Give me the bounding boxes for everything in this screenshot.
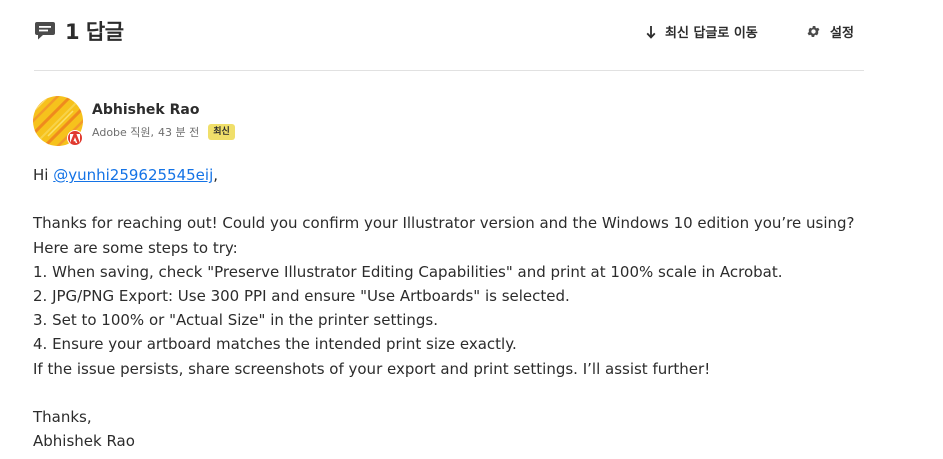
greeting-suffix: , [213,166,219,184]
adobe-logo-icon [67,130,83,146]
body-line: If the issue persists, share screenshots… [33,359,711,378]
jump-to-latest-label: 최신 답글로 이동 [665,26,758,41]
signature-line: Abhishek Rao [33,432,135,451]
header-divider [34,70,864,71]
signoff-line: Thanks, [33,407,92,426]
user-mention-link[interactable]: @yunhi259625545eij [53,166,213,184]
body-line: 3. Set to 100% or "Actual Size" in the p… [33,311,439,330]
author-meta: Adobe 직원, 43 분 전 최신 [92,124,235,140]
new-badge: 최신 [208,124,235,140]
arrow-down-icon [645,24,657,40]
greeting-prefix: Hi [33,166,54,184]
jump-to-latest-reply-button[interactable]: 최신 답글로 이동 [645,22,758,41]
replies-header: 1 답글 최신 답글로 이동 설정 [0,0,943,70]
body-line: 2. JPG/PNG Export: Use 300 PPI and ensur… [33,286,570,305]
avatar-container[interactable] [33,96,83,146]
gear-icon [806,24,821,39]
body-line: 4. Ensure your artboard matches the inte… [33,335,517,354]
author-role: Adobe 직원, [92,126,155,139]
body-line: 1. When saving, check "Preserve Illustra… [33,262,783,281]
greeting-line: Hi @yunhi259625545eij, [33,163,913,187]
settings-label: 설정 [830,26,854,41]
author-name[interactable]: Abhishek Rao [92,102,199,118]
post-time: 43 분 전 [158,126,200,139]
reply-count: 1 답글 [34,16,124,46]
comment-icon [34,20,56,42]
reply-body: Hi @yunhi259625545eij, Thanks for reachi… [33,163,913,453]
settings-button[interactable]: 설정 [806,22,854,41]
reply-count-label: 1 답글 [65,20,124,44]
body-line: Here are some steps to try: [33,238,238,257]
body-line: Thanks for reaching out! Could you confi… [33,214,855,233]
